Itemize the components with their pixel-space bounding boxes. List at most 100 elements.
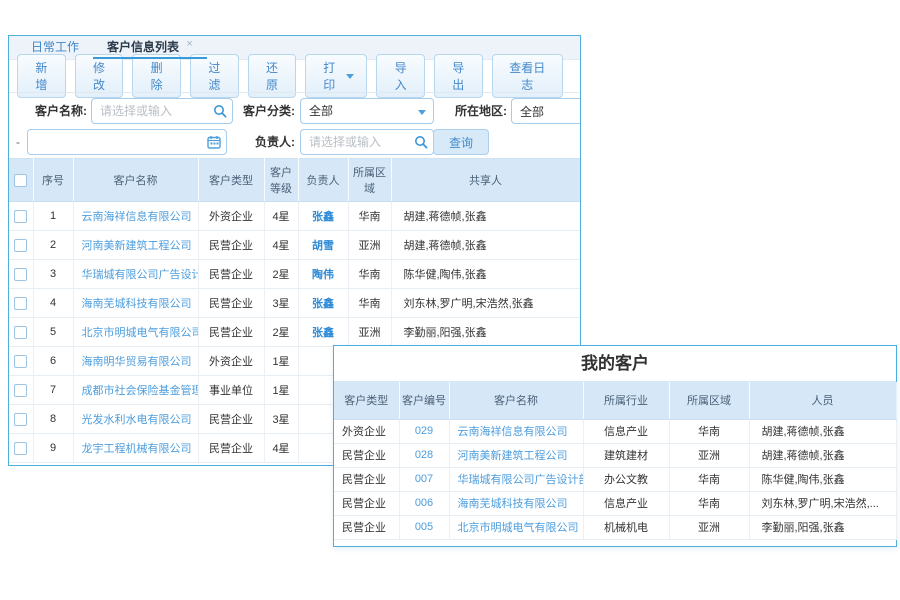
region: 亚洲	[669, 443, 749, 467]
table-row[interactable]: 3 华瑞城有限公司广告设计部 民营企业 2星 陶伟 华南 陈华健,陶伟,张鑫	[9, 260, 580, 289]
customer-type: 民营企业	[334, 467, 399, 491]
search-icon[interactable]	[414, 135, 428, 149]
chevron-down-icon	[418, 110, 426, 115]
customer-name-link[interactable]: 北京市明城电气有限公司	[73, 318, 198, 347]
row-checkbox[interactable]	[14, 239, 27, 252]
customer-name-link[interactable]: 云南海祥信息有限公司	[449, 419, 583, 443]
industry: 机械机电	[583, 515, 669, 539]
col-header-code: 客户编号	[399, 382, 449, 419]
region: 华南	[348, 260, 391, 289]
region-input[interactable]	[511, 98, 580, 124]
customer-code-link[interactable]: 029	[399, 419, 449, 443]
customer-name-link[interactable]: 云南海祥信息有限公司	[73, 202, 198, 231]
customer-name-link[interactable]: 海南明华贸易有限公司	[73, 347, 198, 376]
tab-label: 客户信息列表	[107, 40, 179, 54]
tab-label: 日常工作	[31, 40, 79, 54]
close-icon[interactable]: ×	[186, 38, 192, 50]
customer-type: 民营企业	[198, 260, 264, 289]
table-row[interactable]: 2 河南美新建筑工程公司 民营企业 4星 胡雪 亚洲 胡建,蒋德帧,张鑫	[9, 231, 580, 260]
select-all-checkbox[interactable]	[14, 174, 27, 187]
region: 亚洲	[348, 231, 391, 260]
owner-link[interactable]: 张鑫	[298, 289, 348, 318]
tab-customer-list[interactable]: 客户信息列表 ×	[93, 36, 207, 59]
table-row[interactable]: 5 北京市明城电气有限公司 民营企业 2星 张鑫 亚洲 李勤丽,阳强,张鑫	[9, 318, 580, 347]
tab-daily-work[interactable]: 日常工作	[17, 36, 93, 59]
customer-name-link[interactable]: 河南美新建筑工程公司	[449, 443, 583, 467]
owner-link[interactable]: 陶伟	[298, 260, 348, 289]
col-header-name: 客户名称	[449, 382, 583, 419]
row-checkbox[interactable]	[14, 442, 27, 455]
customer-code-link[interactable]: 005	[399, 515, 449, 539]
customer-name-link[interactable]: 海南芜城科技有限公司	[449, 491, 583, 515]
date-input[interactable]	[27, 129, 227, 155]
owner-link[interactable]: 张鑫	[298, 202, 348, 231]
customer-level: 3星	[264, 289, 298, 318]
industry: 建筑建材	[583, 443, 669, 467]
customer-code-link[interactable]: 028	[399, 443, 449, 467]
people: 刘东林,罗广明,宋浩然,...	[749, 491, 896, 515]
customer-code-link[interactable]: 007	[399, 467, 449, 491]
table-row[interactable]: 外资企业 029 云南海祥信息有限公司 信息产业 华南 胡建,蒋德帧,张鑫	[334, 419, 896, 443]
filter-area: 客户名称: 客户分类: 全部 所在地区: - 负责人	[9, 92, 580, 158]
col-header-region: 所属区域	[348, 159, 391, 202]
table-header-row: 序号 客户名称 客户类型 客户等级 负责人 所属区域 共享人	[9, 159, 580, 202]
table-row[interactable]: 民营企业 028 河南美新建筑工程公司 建筑建材 亚洲 胡建,蒋德帧,张鑫	[334, 443, 896, 467]
col-header-name: 客户名称	[73, 159, 198, 202]
select-all-cell	[9, 159, 33, 202]
customer-name-link[interactable]: 华瑞城有限公司广告设计部	[73, 260, 198, 289]
col-header-region: 所属区域	[669, 382, 749, 419]
row-checkbox[interactable]	[14, 384, 27, 397]
industry: 信息产业	[583, 491, 669, 515]
row-index: 9	[33, 434, 73, 463]
col-header-industry: 所属行业	[583, 382, 669, 419]
customer-code-link[interactable]: 006	[399, 491, 449, 515]
customer-name-link[interactable]: 华瑞城有限公司广告设计部	[449, 467, 583, 491]
row-checkbox[interactable]	[14, 355, 27, 368]
customer-name-link[interactable]: 龙宇工程机械有限公司	[73, 434, 198, 463]
table-row[interactable]: 4 海南芜城科技有限公司 民营企业 3星 张鑫 华南 刘东林,罗广明,宋浩然,张…	[9, 289, 580, 318]
table-row[interactable]: 民营企业 007 华瑞城有限公司广告设计部 办公文教 华南 陈华健,陶伟,张鑫	[334, 467, 896, 491]
row-index: 8	[33, 405, 73, 434]
row-checkbox[interactable]	[14, 413, 27, 426]
shared-people: 刘东林,罗广明,宋浩然,张鑫	[391, 289, 580, 318]
row-checkbox[interactable]	[14, 326, 27, 339]
owner-link[interactable]: 张鑫	[298, 318, 348, 347]
people: 陈华健,陶伟,张鑫	[749, 467, 896, 491]
customer-type: 民营企业	[334, 443, 399, 467]
query-button[interactable]: 查询	[433, 129, 489, 155]
customer-category-select[interactable]: 全部	[300, 98, 434, 124]
row-index: 7	[33, 376, 73, 405]
region: 华南	[348, 289, 391, 318]
row-checkbox[interactable]	[14, 268, 27, 281]
customer-name-input[interactable]	[91, 98, 233, 124]
col-header-type: 客户类型	[198, 159, 264, 202]
search-icon[interactable]	[213, 104, 227, 118]
row-checkbox[interactable]	[14, 210, 27, 223]
customer-name-label: 客户名称:	[19, 98, 87, 124]
table-row[interactable]: 1 云南海祥信息有限公司 外资企业 4星 张鑫 华南 胡建,蒋德帧,张鑫	[9, 202, 580, 231]
people: 胡建,蒋德帧,张鑫	[749, 443, 896, 467]
my-customers-table: 客户类型 客户编号 客户名称 所属行业 所属区域 人员 外资企业 029 云南海…	[334, 382, 897, 540]
calendar-icon[interactable]	[207, 135, 221, 149]
customer-name-link[interactable]: 海南芜城科技有限公司	[73, 289, 198, 318]
region: 华南	[348, 202, 391, 231]
panel-title: 我的客户	[334, 346, 896, 382]
shared-people: 李勤丽,阳强,张鑫	[391, 318, 580, 347]
col-header-people: 人员	[749, 382, 896, 419]
customer-level: 1星	[264, 376, 298, 405]
row-checkbox[interactable]	[14, 297, 27, 310]
customer-level: 2星	[264, 318, 298, 347]
customer-name-link[interactable]: 光发水利水电有限公司	[73, 405, 198, 434]
table-row[interactable]: 民营企业 006 海南芜城科技有限公司 信息产业 华南 刘东林,罗广明,宋浩然,…	[334, 491, 896, 515]
customer-type: 民营企业	[198, 289, 264, 318]
customer-level: 4星	[264, 231, 298, 260]
customer-name-link[interactable]: 北京市明城电气有限公司	[449, 515, 583, 539]
table-row[interactable]: 民营企业 005 北京市明城电气有限公司 机械机电 亚洲 李勤丽,阳强,张鑫	[334, 515, 896, 539]
owner-link[interactable]: 胡雪	[298, 231, 348, 260]
customer-name-link[interactable]: 成都市社会保险基金管理...	[73, 376, 198, 405]
region: 华南	[669, 491, 749, 515]
customer-name-link[interactable]: 河南美新建筑工程公司	[73, 231, 198, 260]
customer-level: 4星	[264, 434, 298, 463]
table-header-row: 客户类型 客户编号 客户名称 所属行业 所属区域 人员	[334, 382, 896, 419]
customer-type: 外资企业	[198, 347, 264, 376]
